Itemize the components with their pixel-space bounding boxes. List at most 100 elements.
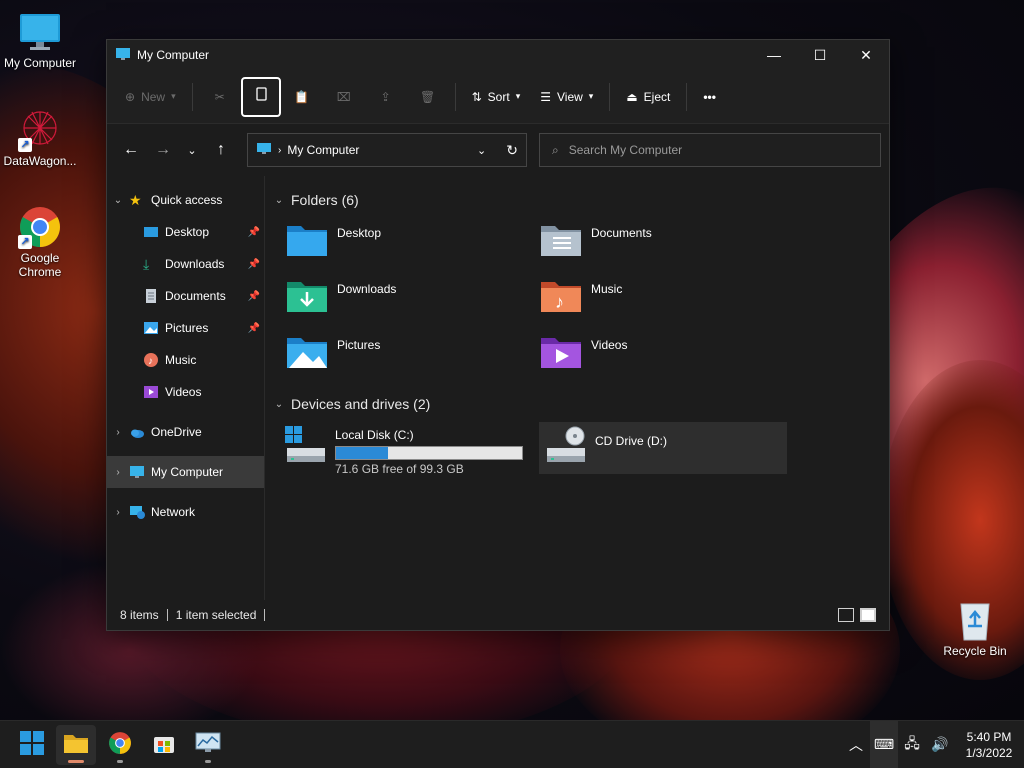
keyboard-button[interactable]: ⌨ [870,720,898,768]
pin-icon[interactable]: 📌 [248,259,260,270]
pin-icon[interactable]: 📌 [248,227,260,238]
svg-text:♪: ♪ [148,356,153,367]
sidebar-item-documents[interactable]: Documents 📌 [107,280,264,312]
sidebar-item-desktop[interactable]: Desktop 📌 [107,216,264,248]
clipboard-icon: 📋 [294,89,310,104]
desktop-icon-datawagon[interactable]: ↗ DataWagon... [0,108,80,168]
recent-locations-button[interactable]: ⌄ [179,134,205,166]
delete-button[interactable]: 🗑 [407,77,449,117]
cd-drive-icon [545,426,587,470]
title-bar[interactable]: My Computer — ☐ ✕ [107,40,889,70]
maximize-button[interactable]: ☐ [797,40,843,70]
navigation-bar: ← → ⌄ ↑ › My Computer ⌄ ↻ ⌕ Search My Co… [107,124,889,176]
taskbar-chrome[interactable] [100,725,140,765]
show-hidden-icons-button[interactable]: ︿ [842,721,870,768]
chevron-down-icon[interactable]: ⌄ [273,399,285,410]
copy-button[interactable] [240,76,281,117]
drive-local-disk-c[interactable]: Local Disk (C:) 71.6 GB free of 99.3 GB [285,422,533,476]
new-button[interactable]: ⊕ New ▾ [115,77,186,117]
folder-pictures[interactable]: Pictures [285,332,539,388]
minimize-button[interactable]: — [751,40,797,70]
sidebar-item-network[interactable]: › Network [107,496,264,528]
sidebar-item-downloads[interactable]: ⤓ Downloads 📌 [107,248,264,280]
share-button[interactable]: ⇪ [365,77,407,117]
sidebar-item-music[interactable]: ♪ Music [107,344,264,376]
monitor-icon [115,46,131,65]
sidebar-item-quick-access[interactable]: ⌄ ★ Quick access [107,184,264,216]
section-title: Devices and drives (2) [291,396,431,412]
chevron-up-icon: ︿ [849,736,863,753]
up-button[interactable]: ↑ [205,134,237,166]
cut-button[interactable]: ✂ [199,77,241,117]
back-button[interactable]: ← [115,134,147,166]
paste-button[interactable]: 📋 [281,77,323,117]
folder-desktop[interactable]: Desktop [285,220,539,276]
tiles-view-icon[interactable] [860,608,876,622]
refresh-icon[interactable]: ↻ [506,142,518,159]
network-status-button[interactable]: 🖧 [898,721,926,768]
sort-button[interactable]: ⇅ Sort ▾ [462,77,531,117]
start-button[interactable] [12,725,52,765]
pin-icon[interactable]: 📌 [248,291,260,302]
desktop-icon-label: My Computer [3,56,77,70]
address-path[interactable]: My Computer [287,143,471,157]
sidebar-item-pictures[interactable]: Pictures 📌 [107,312,264,344]
sidebar-item-my-computer[interactable]: › My Computer [107,456,264,488]
monitor-icon [129,464,145,480]
sidebar-item-onedrive[interactable]: › OneDrive [107,416,264,448]
close-icon: ✕ [860,46,872,63]
folders-section-header[interactable]: ⌄ Folders (6) [273,188,889,212]
desktop-icon-label: Recycle Bin [943,644,1007,658]
sidebar-item-videos[interactable]: Videos [107,376,264,408]
plus-circle-icon: ⊕ [125,89,136,104]
sidebar-item-label: Network [151,505,196,519]
folder-downloads[interactable]: Downloads [285,276,539,332]
close-button[interactable]: ✕ [843,40,889,70]
search-icon: ⌕ [552,142,559,157]
chevron-down-icon[interactable]: ⌄ [477,144,486,157]
clock[interactable]: 5:40 PM 1/3/2022 [954,729,1024,761]
address-bar[interactable]: › My Computer ⌄ ↻ [247,133,527,167]
eject-button[interactable]: ⏏ Eject [616,77,680,117]
desktop-icon-label: DataWagon... [3,154,77,168]
volume-button[interactable]: 🔊 [926,721,954,768]
details-view-icon[interactable] [838,608,854,622]
drives-section-header[interactable]: ⌄ Devices and drives (2) [273,392,889,416]
folder-music[interactable]: ♪ Music [539,276,793,332]
folder-videos[interactable]: Videos [539,332,793,388]
chevron-down-icon[interactable]: ⌄ [273,195,285,206]
desktop-folder-icon [143,224,159,240]
chevron-right-icon[interactable]: › [107,467,129,478]
shortcut-arrow-icon: ↗ [18,235,32,249]
minimize-icon: — [767,47,781,63]
network-icon: 🖧 [904,734,920,751]
desktop-folder-icon [285,220,329,260]
desktop-icon-recycle-bin[interactable]: Recycle Bin [935,598,1015,658]
download-arrow-icon: ⤓ [143,256,150,272]
scissors-icon: ✂ [214,89,225,104]
drive-cd-d[interactable]: CD Drive (D:) [539,422,787,474]
network-icon [129,504,145,520]
cloud-icon [129,424,145,440]
taskbar-microsoft-store[interactable] [144,725,184,765]
search-input[interactable]: Search My Computer [569,143,682,157]
folders-grid: Desktop Documents Downloads ♪ Music Pict… [285,220,889,388]
search-box[interactable]: ⌕ Search My Computer [539,133,881,167]
pin-icon[interactable]: 📌 [248,323,260,334]
desktop-icon-my-computer[interactable]: My Computer [0,10,80,70]
view-button[interactable]: ☰ View ▾ [530,77,603,117]
desktop-icon-google-chrome[interactable]: ↗ Google Chrome [0,205,80,279]
more-options-button[interactable]: ••• [693,77,726,117]
folder-documents[interactable]: Documents [539,220,793,276]
rename-button[interactable]: ⌧ [323,77,365,117]
store-bag-icon [152,731,176,758]
taskbar-file-explorer[interactable] [56,724,96,765]
forward-button[interactable]: → [147,134,179,166]
chevron-right-icon[interactable]: › [107,507,129,518]
chevron-down-icon[interactable]: ⌄ [107,195,129,206]
taskbar-resource-monitor[interactable] [188,725,228,765]
monitor-icon [18,10,62,54]
chevron-right-icon[interactable]: › [107,427,129,438]
share-icon: ⇪ [380,89,391,104]
drive-free-space: 71.6 GB free of 99.3 GB [335,462,464,476]
